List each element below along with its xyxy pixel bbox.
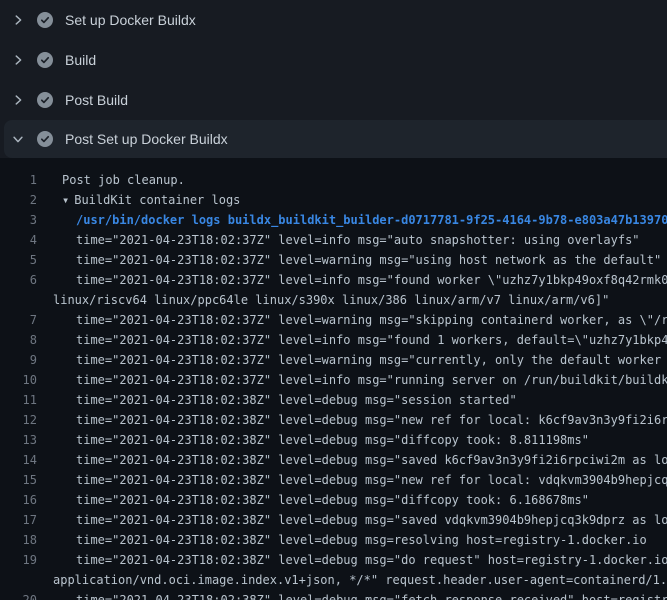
log-line: 1 Post job cleanup. <box>0 170 667 190</box>
log-line: 3 /usr/bin/docker logs buildx_buildkit_b… <box>0 210 667 230</box>
log-line-text: time="2021-04-23T18:02:37Z" level=info m… <box>76 230 640 250</box>
check-circle-icon <box>37 12 53 28</box>
log-line-number[interactable]: 15 <box>0 470 37 490</box>
log-line-number[interactable]: 17 <box>0 510 37 530</box>
step-row[interactable]: Set up Docker Buildx <box>0 0 667 40</box>
chevron-right-icon[interactable] <box>11 53 25 67</box>
log-line-number[interactable]: 18 <box>0 530 37 550</box>
log-line-text: /usr/bin/docker logs buildx_buildkit_bui… <box>76 210 667 230</box>
step-label: Post Build <box>65 92 128 108</box>
log-line-number[interactable]: 20 <box>0 590 37 600</box>
chevron-down-icon[interactable] <box>11 132 25 146</box>
log-line-number[interactable]: 13 <box>0 430 37 450</box>
log-line: 20 time="2021-04-23T18:02:38Z" level=deb… <box>0 590 667 600</box>
log-line: 15 time="2021-04-23T18:02:38Z" level=deb… <box>0 470 667 490</box>
log-group-collapse-icon[interactable]: ▾ <box>62 190 69 210</box>
log-line-number[interactable]: 12 <box>0 410 37 430</box>
log-line-text: time="2021-04-23T18:02:37Z" level=info m… <box>76 370 667 390</box>
log-line-text: Post job cleanup. <box>62 170 185 190</box>
log-line-text: linux/riscv64 linux/ppc64le linux/s390x … <box>53 290 609 310</box>
check-circle-icon <box>37 92 53 108</box>
log-line-text: time="2021-04-23T18:02:38Z" level=debug … <box>76 450 667 470</box>
log-line-text: time="2021-04-23T18:02:38Z" level=debug … <box>76 390 517 410</box>
log-line-text: BuildKit container logs <box>74 190 240 210</box>
log-line-number[interactable]: 14 <box>0 450 37 470</box>
log-line-text: time="2021-04-23T18:02:38Z" level=debug … <box>76 550 667 570</box>
log-line-number[interactable]: 6 <box>0 270 37 290</box>
log-line-text: time="2021-04-23T18:02:37Z" level=warnin… <box>76 310 667 330</box>
log-line-number[interactable]: 1 <box>0 170 37 190</box>
log-line: 4 time="2021-04-23T18:02:37Z" level=info… <box>0 230 667 250</box>
log-line: linux/riscv64 linux/ppc64le linux/s390x … <box>0 290 667 310</box>
log-line: 6 time="2021-04-23T18:02:37Z" level=info… <box>0 270 667 290</box>
log-line: 13 time="2021-04-23T18:02:38Z" level=deb… <box>0 430 667 450</box>
log-viewer: 1 Post job cleanup. 2 ▾ BuildKit contain… <box>0 158 667 600</box>
log-line-text: time="2021-04-23T18:02:38Z" level=debug … <box>76 430 589 450</box>
log-line-text: time="2021-04-23T18:02:38Z" level=debug … <box>76 490 589 510</box>
log-line: 11 time="2021-04-23T18:02:38Z" level=deb… <box>0 390 667 410</box>
log-line-number[interactable]: 8 <box>0 330 37 350</box>
steps-list: Set up Docker Buildx Build Post Build <box>0 0 667 158</box>
log-line-number[interactable]: 4 <box>0 230 37 250</box>
step-row[interactable]: Post Set up Docker Buildx <box>4 120 667 158</box>
check-circle-icon <box>37 52 53 68</box>
step-label: Post Set up Docker Buildx <box>65 131 228 147</box>
log-line: 10 time="2021-04-23T18:02:37Z" level=inf… <box>0 370 667 390</box>
log-line-number[interactable]: 11 <box>0 390 37 410</box>
log-line-text: time="2021-04-23T18:02:38Z" level=debug … <box>76 510 667 530</box>
log-line-text: application/vnd.oci.image.index.v1+json,… <box>53 570 667 590</box>
log-line: 19 time="2021-04-23T18:02:38Z" level=deb… <box>0 550 667 570</box>
log-line: 2 ▾ BuildKit container logs <box>0 190 667 210</box>
step-row[interactable]: Build <box>0 40 667 80</box>
log-line-text: time="2021-04-23T18:02:38Z" level=debug … <box>76 470 667 490</box>
log-line-text: time="2021-04-23T18:02:37Z" level=info m… <box>76 270 667 290</box>
log-line-text: time="2021-04-23T18:02:37Z" level=warnin… <box>76 350 667 370</box>
log-line-text: time="2021-04-23T18:02:37Z" level=warnin… <box>76 250 661 270</box>
log-line-number[interactable]: 5 <box>0 250 37 270</box>
log-line: 9 time="2021-04-23T18:02:37Z" level=warn… <box>0 350 667 370</box>
check-circle-icon <box>37 131 53 147</box>
log-line-number[interactable]: 16 <box>0 490 37 510</box>
log-line: 8 time="2021-04-23T18:02:37Z" level=info… <box>0 330 667 350</box>
log-line: 16 time="2021-04-23T18:02:38Z" level=deb… <box>0 490 667 510</box>
log-line-number[interactable]: 19 <box>0 550 37 570</box>
log-line-number[interactable]: 9 <box>0 350 37 370</box>
log-line-text: time="2021-04-23T18:02:38Z" level=debug … <box>76 530 647 550</box>
step-label: Build <box>65 52 96 68</box>
step-label: Set up Docker Buildx <box>65 12 196 28</box>
log-line: 18 time="2021-04-23T18:02:38Z" level=deb… <box>0 530 667 550</box>
log-line-text: time="2021-04-23T18:02:37Z" level=info m… <box>76 330 667 350</box>
log-line-text: time="2021-04-23T18:02:38Z" level=debug … <box>76 590 667 600</box>
chevron-right-icon[interactable] <box>11 93 25 107</box>
log-line-text: time="2021-04-23T18:02:38Z" level=debug … <box>76 410 667 430</box>
log-line-number[interactable]: 7 <box>0 310 37 330</box>
log-line: application/vnd.oci.image.index.v1+json,… <box>0 570 667 590</box>
log-line-number[interactable]: 10 <box>0 370 37 390</box>
log-line: 12 time="2021-04-23T18:02:38Z" level=deb… <box>0 410 667 430</box>
log-line: 14 time="2021-04-23T18:02:38Z" level=deb… <box>0 450 667 470</box>
log-line-number[interactable]: 2 <box>0 190 37 210</box>
log-line-number[interactable]: 3 <box>0 210 37 230</box>
log-line: 17 time="2021-04-23T18:02:38Z" level=deb… <box>0 510 667 530</box>
chevron-right-icon[interactable] <box>11 13 25 27</box>
log-line: 7 time="2021-04-23T18:02:37Z" level=warn… <box>0 310 667 330</box>
step-row[interactable]: Post Build <box>0 80 667 120</box>
log-line: 5 time="2021-04-23T18:02:37Z" level=warn… <box>0 250 667 270</box>
